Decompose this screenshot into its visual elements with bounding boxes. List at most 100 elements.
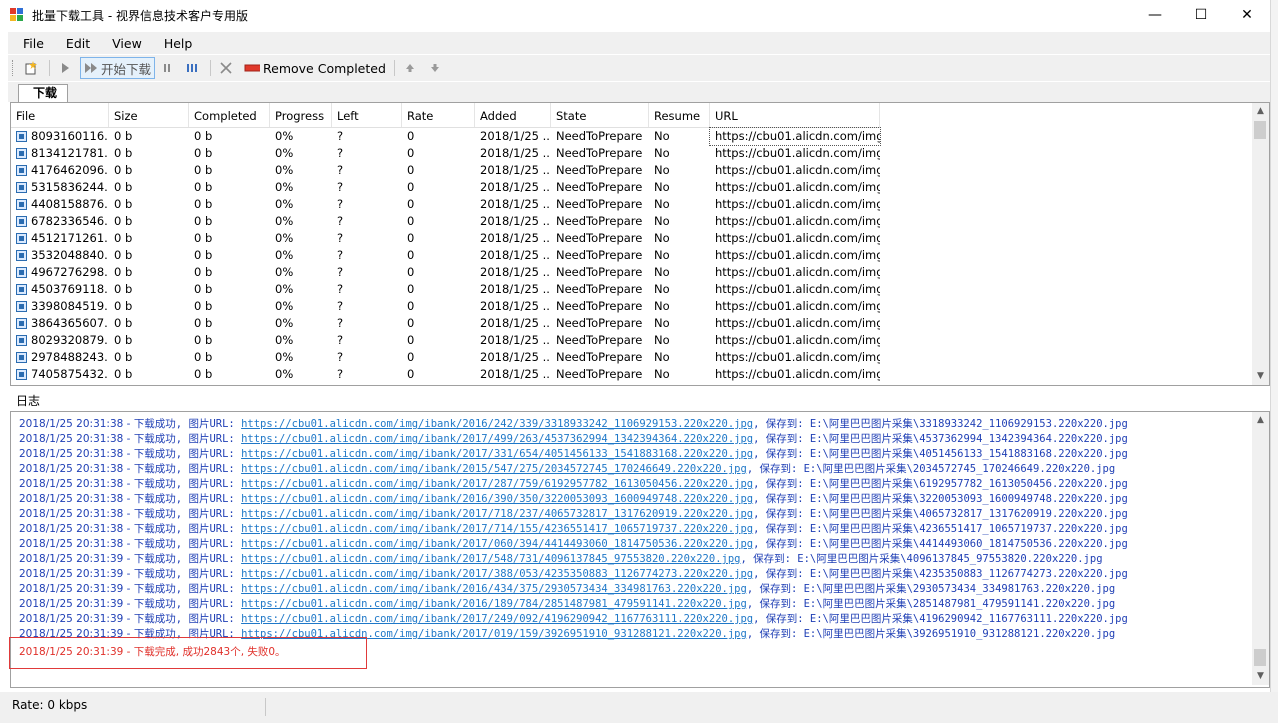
table-row[interactable]: 3398084519... 0 b 0 b 0%? 0 2018/1/25 ... Need… xyxy=(11,298,880,315)
new-download-button[interactable] xyxy=(21,58,44,78)
table-row[interactable]: 4967276298... 0 b 0 b 0%? 0 2018/1/25 ... Need… xyxy=(11,264,880,281)
column-header-size[interactable]: Size xyxy=(109,103,189,127)
file-name: 4967276298... xyxy=(31,265,109,279)
remove-completed-button[interactable]: Remove Completed xyxy=(241,58,389,78)
scroll-down-arrow[interactable]: ▼ xyxy=(1252,368,1269,385)
table-row[interactable]: 8029320879... 0 b 0 b 0%? 0 2018/1/25 ... Need… xyxy=(11,332,880,349)
pause-button[interactable] xyxy=(157,58,180,78)
log-scrollbar[interactable]: ▲ ▼ xyxy=(1252,412,1269,685)
log-save-path: , 保存到: E:\阿里巴巴图片采集\4236551417_1065719737… xyxy=(753,523,1128,535)
log-url-link[interactable]: https://cbu01.alicdn.com/img/ibank/2016/… xyxy=(241,418,753,430)
log-url-link[interactable]: https://cbu01.alicdn.com/img/ibank/2016/… xyxy=(241,493,753,505)
cell-added: 2018/1/25 ... xyxy=(480,350,551,364)
image-file-icon xyxy=(16,335,27,346)
cell-state: NeedToPrepare xyxy=(556,367,643,381)
cell-progress: 0% xyxy=(275,163,294,177)
log-url-link[interactable]: https://cbu01.alicdn.com/img/ibank/2015/… xyxy=(241,463,747,475)
menu-file[interactable]: File xyxy=(8,36,51,51)
scroll-up-arrow[interactable]: ▲ xyxy=(1252,103,1269,120)
column-header-added[interactable]: Added xyxy=(475,103,551,127)
image-file-icon xyxy=(16,131,27,142)
log-save-path: , 保存到: E:\阿里巴巴图片采集\4537362994_1342394364… xyxy=(753,433,1128,445)
column-header-rate[interactable]: Rate xyxy=(402,103,475,127)
table-row[interactable]: 3864365607... 0 b 0 b 0%? 0 2018/1/25 ... Need… xyxy=(11,315,880,332)
table-row[interactable]: 4512171261... 0 b 0 b 0%? 0 2018/1/25 ... Need… xyxy=(11,230,880,247)
table-row[interactable]: 6782336546... 0 b 0 b 0%? 0 2018/1/25 ... Need… xyxy=(11,213,880,230)
cell-left: ? xyxy=(337,350,344,364)
table-row[interactable]: 8093160116... 0 b 0 b 0%? 0 2018/1/25 ... Need… xyxy=(11,127,881,146)
table-row[interactable]: 4503769118... 0 b 0 b 0%? 0 2018/1/25 ... Need… xyxy=(11,281,880,298)
log-url-link[interactable]: https://cbu01.alicdn.com/img/ibank/2017/… xyxy=(241,523,753,535)
column-header-state[interactable]: State xyxy=(551,103,649,127)
table-row[interactable]: 3532048840... 0 b 0 b 0%? 0 2018/1/25 ... Need… xyxy=(11,247,880,264)
log-save-path: , 保存到: E:\阿里巴巴图片采集\3220053093_1600949748… xyxy=(753,493,1128,505)
play-icon xyxy=(62,63,69,73)
move-up-button[interactable] xyxy=(400,58,423,78)
scroll-thumb[interactable] xyxy=(1254,121,1266,139)
log-save-path: , 保存到: E:\阿里巴巴图片采集\4414493060_1814750536… xyxy=(753,538,1128,550)
log-save-path: , 保存到: E:\阿里巴巴图片采集\4096137845_97553820.2… xyxy=(740,553,1103,565)
cell-state: NeedToPrepare xyxy=(556,231,643,245)
table-row[interactable]: 8134121781... 0 b 0 b 0%? 0 2018/1/25 ... Need… xyxy=(11,145,880,162)
cell-completed: 0 b xyxy=(194,367,213,381)
cell-size: 0 b xyxy=(114,129,133,143)
log-url-link[interactable]: https://cbu01.alicdn.com/img/ibank/2017/… xyxy=(241,538,753,550)
cell-completed: 0 b xyxy=(194,163,213,177)
download-list[interactable]: File Size Completed Progress Left Rate A… xyxy=(10,102,1270,386)
play-button[interactable] xyxy=(55,58,78,78)
cell-size: 0 b xyxy=(114,316,133,330)
log-url-link[interactable]: https://cbu01.alicdn.com/img/ibank/2017/… xyxy=(241,508,753,520)
cell-url: https://cbu01.alicdn.com/img/i... xyxy=(715,163,880,177)
menu-edit[interactable]: Edit xyxy=(51,36,97,51)
move-down-button[interactable] xyxy=(425,58,448,78)
cell-file: 3532048840... xyxy=(11,247,109,264)
maximize-button[interactable]: ☐ xyxy=(1178,0,1224,30)
log-url-link[interactable]: https://cbu01.alicdn.com/img/ibank/2017/… xyxy=(241,448,753,460)
table-row[interactable]: 7405875432... 0 b 0 b 0%? 0 2018/1/25 ... Need… xyxy=(11,366,880,383)
log-url-link[interactable]: https://cbu01.alicdn.com/img/ibank/2017/… xyxy=(241,613,753,625)
cell-left: ? xyxy=(337,197,344,211)
log-url-link[interactable]: https://cbu01.alicdn.com/img/ibank/2017/… xyxy=(241,568,753,580)
cell-resume: No xyxy=(654,299,670,313)
table-row[interactable]: 5315836244... 0 b 0 b 0%? 0 2018/1/25 ... Need… xyxy=(11,179,880,196)
cell-added: 2018/1/25 ... xyxy=(480,282,551,296)
column-header-resume[interactable]: Resume xyxy=(649,103,710,127)
image-file-icon xyxy=(16,318,27,329)
scroll-down-arrow[interactable]: ▼ xyxy=(1252,668,1269,685)
log-timestamp: 2018/1/25 20:31:39 - xyxy=(19,583,134,595)
menu-help[interactable]: Help xyxy=(149,36,200,51)
menu-view[interactable]: View xyxy=(97,36,149,51)
file-name: 3398084519... xyxy=(31,299,109,313)
table-row[interactable]: 4176462096... 0 b 0 b 0%? 0 2018/1/25 ... Need… xyxy=(11,162,880,179)
log-url-link[interactable]: https://cbu01.alicdn.com/img/ibank/2017/… xyxy=(241,553,740,565)
log-url-link[interactable]: https://cbu01.alicdn.com/img/ibank/2017/… xyxy=(241,478,753,490)
column-header-url[interactable]: URL xyxy=(710,103,880,127)
cell-size: 0 b xyxy=(114,180,133,194)
download-list-scrollbar[interactable]: ▲ ▼ xyxy=(1252,103,1269,385)
log-url-link[interactable]: https://cbu01.alicdn.com/img/ibank/2017/… xyxy=(241,433,753,445)
column-header-left[interactable]: Left xyxy=(332,103,402,127)
pause-all-button[interactable] xyxy=(182,58,205,78)
cell-file: 8029320879... xyxy=(11,332,109,349)
table-row[interactable]: 4408158876... 0 b 0 b 0%? 0 2018/1/25 ... Need… xyxy=(11,196,880,213)
close-button[interactable]: ✕ xyxy=(1224,0,1270,30)
cell-size: 0 b xyxy=(114,265,133,279)
log-url-link[interactable]: https://cbu01.alicdn.com/img/ibank/2016/… xyxy=(241,583,747,595)
table-row[interactable]: 2978488243... 0 b 0 b 0%? 0 2018/1/25 ... Need… xyxy=(11,349,880,366)
column-header-completed[interactable]: Completed xyxy=(189,103,270,127)
scroll-up-arrow[interactable]: ▲ xyxy=(1252,412,1269,429)
start-download-button[interactable]: 开始下载 xyxy=(80,57,156,79)
file-name: 2978488243... xyxy=(31,350,109,364)
scroll-thumb[interactable] xyxy=(1254,649,1266,666)
column-header-progress[interactable]: Progress xyxy=(270,103,332,127)
log-url-link[interactable]: https://cbu01.alicdn.com/img/ibank/2016/… xyxy=(241,598,747,610)
minimize-button[interactable]: — xyxy=(1132,0,1178,30)
column-header-file[interactable]: File xyxy=(11,103,109,127)
delete-button[interactable] xyxy=(216,58,239,78)
image-file-icon xyxy=(16,199,27,210)
log-timestamp: 2018/1/25 20:31:38 - xyxy=(19,493,134,505)
pause-all-icon xyxy=(187,64,198,72)
cell-resume: No xyxy=(654,146,670,160)
cell-file: 2978488243... xyxy=(11,349,109,366)
tab-downloads[interactable]: 下载 xyxy=(18,84,69,102)
